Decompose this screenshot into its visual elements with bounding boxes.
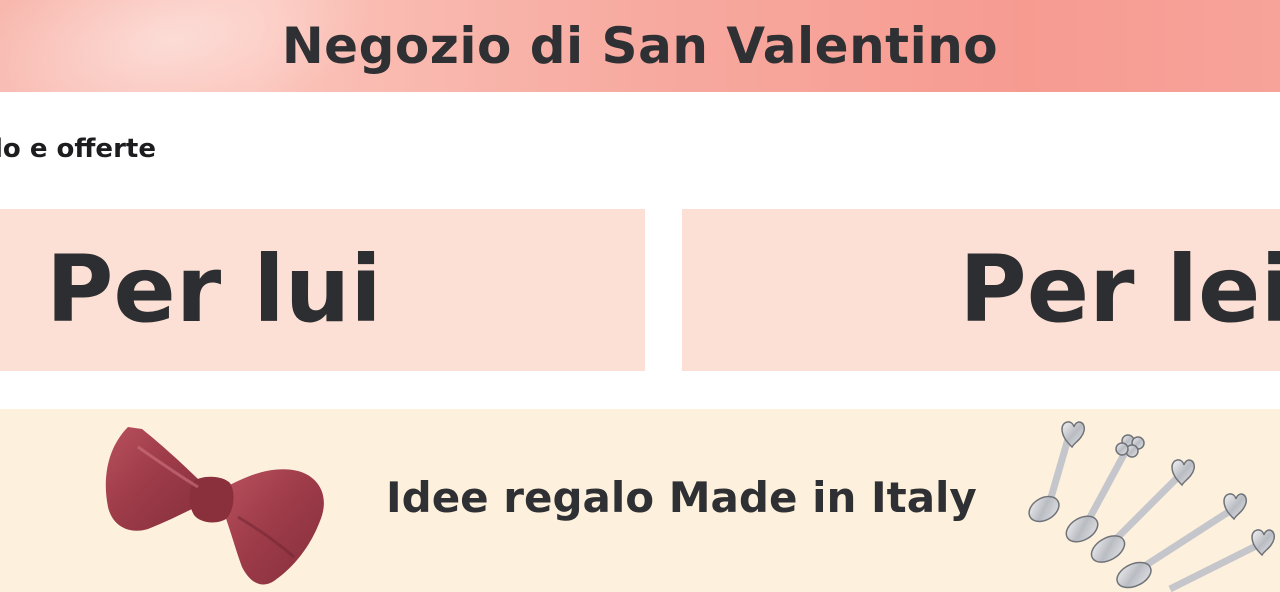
- section-heading: lo e offerte: [0, 134, 156, 164]
- spoons-image: [1028, 421, 1275, 592]
- store-header-banner[interactable]: Negozio di San Valentino: [0, 0, 1280, 92]
- promo-label: Idee regalo Made in Italy: [386, 473, 977, 522]
- store-title: Negozio di San Valentino: [281, 17, 999, 75]
- tile-per-lei[interactable]: Per lei: [682, 209, 1280, 371]
- made-in-italy-promo[interactable]: Idee regalo Made in Italy: [0, 409, 1280, 592]
- tile-per-lui[interactable]: Per lui: [0, 209, 645, 371]
- valentine-store-page: Negozio di San Valentino lo e offerte Pe…: [0, 0, 1280, 592]
- tile-per-lei-label: Per lei: [959, 236, 1280, 343]
- tile-per-lui-label: Per lui: [46, 236, 382, 343]
- bowtie-image: [105, 427, 324, 585]
